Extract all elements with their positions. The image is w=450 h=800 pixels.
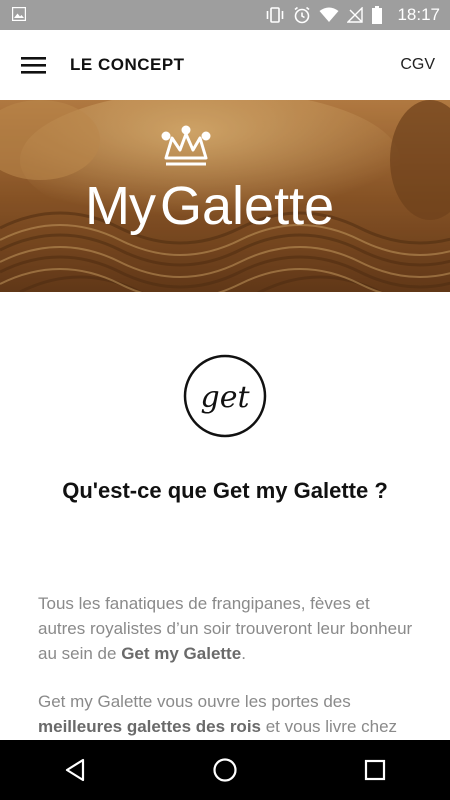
vibrate-icon <box>267 7 284 23</box>
get-badge-logo: get <box>183 354 267 438</box>
back-icon <box>65 758 85 782</box>
main-content: get Qu'est-ce que Get my Galette ? Tous … <box>0 292 450 740</box>
paragraph-text: et vous livre chez <box>261 717 398 736</box>
hamburger-menu-icon <box>21 57 46 74</box>
app-bar: LE CONCEPT CGV <box>0 30 450 101</box>
hero-image: My Galette <box>0 100 450 292</box>
cgv-link[interactable]: CGV <box>400 30 435 100</box>
hero-banner: My Galette <box>0 100 450 292</box>
status-bar: 18:17 <box>0 0 450 30</box>
alarm-icon <box>294 6 310 24</box>
paragraph-text: Get my Galette vous ouvre les portes des <box>38 692 351 711</box>
menu-button[interactable] <box>14 49 54 81</box>
recents-icon <box>364 759 386 781</box>
status-time: 18:17 <box>397 5 440 24</box>
second-paragraph: Get my Galette vous ouvre les portes des… <box>38 689 418 739</box>
home-icon <box>213 758 237 782</box>
battery-icon <box>372 6 383 24</box>
recents-button[interactable] <box>345 740 405 800</box>
page-title: LE CONCEPT <box>70 55 185 74</box>
back-button[interactable] <box>45 740 105 800</box>
logo-text-my: My <box>85 176 156 236</box>
logo-text-galette: Galette <box>160 176 334 236</box>
image-icon <box>12 7 26 21</box>
badge-text: get <box>200 380 250 415</box>
wifi-icon <box>319 7 339 22</box>
section-heading: Qu'est-ce que Get my Galette ? <box>62 478 388 503</box>
paragraph-bold-text: Get my Galette <box>121 644 242 663</box>
home-button[interactable] <box>195 740 255 800</box>
paragraph-bold-text: meilleures galettes des rois <box>38 717 261 736</box>
no-signal-icon <box>347 7 364 23</box>
paragraph-text: . <box>241 644 246 663</box>
system-navigation-bar <box>0 740 450 800</box>
intro-paragraph: Tous les fanatiques de frangipanes, fève… <box>38 591 418 666</box>
